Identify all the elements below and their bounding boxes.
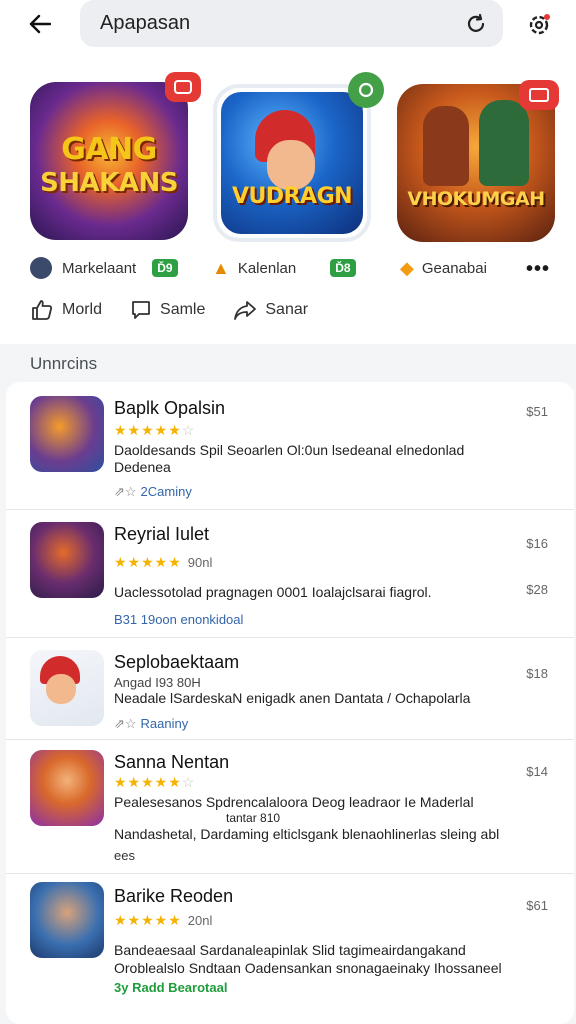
video-badge-icon bbox=[519, 80, 559, 110]
character-shape bbox=[479, 100, 529, 186]
search-bar[interactable]: Apapasan bbox=[80, 0, 503, 47]
app-thumbnail bbox=[30, 750, 104, 826]
developer-2[interactable]: ▲ Kalenlan Ď8 bbox=[212, 252, 356, 284]
app-title: Baplk Opalsin bbox=[114, 398, 226, 418]
comment-icon bbox=[132, 301, 150, 319]
rating-chip: Ď9 bbox=[152, 259, 178, 277]
more-options-icon[interactable]: ••• bbox=[526, 258, 550, 281]
app-meta: B31 19oon enonkidoal bbox=[114, 612, 243, 627]
app-title: Seplobaektaam bbox=[114, 652, 240, 672]
app-description-2: Nandashetal, Dardaming elticlsgank blena… bbox=[114, 826, 500, 842]
price: $51 bbox=[526, 404, 548, 419]
price: $16 bbox=[526, 536, 548, 551]
character-shape bbox=[423, 106, 469, 186]
featured-title: GANG bbox=[61, 132, 157, 167]
meta-text: 2Caminy bbox=[140, 484, 192, 499]
comment-button[interactable]: Samle bbox=[130, 298, 205, 322]
app-meta: ⇗☆ 2Caminy bbox=[114, 484, 192, 500]
app-subtitle: Angad I93 80H bbox=[114, 675, 201, 690]
developer-name: Kalenlan bbox=[237, 259, 297, 277]
rating-count: 90nl bbox=[187, 555, 213, 570]
section-title: Unnrcins bbox=[30, 354, 98, 373]
shapes-icon: ▲ bbox=[212, 257, 230, 278]
developer-1[interactable]: Markelaant Ď9 bbox=[30, 252, 178, 284]
refresh-icon[interactable] bbox=[459, 7, 493, 41]
app-title: Sanna Nentan bbox=[114, 752, 230, 772]
price: $18 bbox=[526, 666, 548, 681]
app-meta: ⇗☆ Raaniny bbox=[114, 716, 188, 732]
shapes-icon: ◆ bbox=[400, 257, 414, 278]
app-description-2: Oroblealslo Sndtaan Oadensankan snonagae… bbox=[114, 960, 502, 976]
app-thumbnail bbox=[30, 396, 104, 472]
app-meta: ees bbox=[114, 848, 135, 863]
share-arrow-icon bbox=[234, 301, 257, 320]
list-item[interactable]: Sanna Nentan ★★★★★☆ Pealesesanos Spdrenc… bbox=[6, 740, 574, 874]
app-thumbnail bbox=[30, 882, 104, 958]
settings-icon[interactable] bbox=[522, 8, 556, 42]
list-item[interactable]: Baplk Opalsin ★★★★★☆ Daoldesands Spil Se… bbox=[6, 382, 574, 510]
price: $14 bbox=[526, 764, 548, 779]
action-row: Morld Samle Sanar bbox=[30, 298, 308, 322]
featured-card-2[interactable]: VUDRAGN bbox=[213, 84, 371, 242]
price: $61 bbox=[526, 898, 548, 913]
comment-label: Samle bbox=[160, 301, 206, 318]
app-thumbnail bbox=[30, 522, 104, 598]
share-badge-icon bbox=[348, 72, 384, 108]
featured-title-2: SHAKANS bbox=[40, 168, 178, 198]
thumbs-up-icon bbox=[32, 300, 53, 320]
face-shape bbox=[267, 140, 315, 190]
like-button[interactable]: Morld bbox=[30, 298, 102, 322]
app-thumbnail bbox=[30, 650, 104, 726]
top-bar: Apapasan bbox=[0, 0, 576, 60]
rating-stars: ★★★★★ 20nl bbox=[114, 912, 213, 928]
app-description: Neadale lSardeskaN enigadk anen Dantata … bbox=[114, 690, 471, 706]
developer-3[interactable]: ◆ Geanabai bbox=[400, 252, 487, 284]
rating-stars: ★★★★★ 90nl bbox=[114, 554, 213, 570]
app-title: Reyrial Iulet bbox=[114, 524, 210, 544]
app-description: Daoldesands Spil Seoarlen Ol:0un lsedean… bbox=[114, 442, 465, 475]
app-description-note: tantar 810 bbox=[226, 811, 281, 825]
search-input[interactable]: Apapasan bbox=[100, 12, 459, 35]
meta-text: ees bbox=[114, 848, 135, 863]
like-label: Morld bbox=[62, 301, 103, 318]
app-list: Baplk Opalsin ★★★★★☆ Daoldesands Spil Se… bbox=[6, 382, 574, 1024]
featured-title: VUDRAGN bbox=[231, 184, 353, 209]
share-icon: ⇗☆ bbox=[114, 716, 137, 731]
meta-text: B31 19oon enonkidoal bbox=[114, 612, 244, 627]
app-meta: 3y Radd Bearotaal bbox=[114, 980, 228, 995]
back-arrow-icon[interactable] bbox=[24, 8, 56, 40]
app-title: Barike Reoden bbox=[114, 886, 234, 906]
rating-count: 20nl bbox=[187, 913, 213, 928]
share-label: Sanar bbox=[265, 301, 309, 318]
featured-art: VUDRAGN bbox=[221, 92, 363, 234]
avatar bbox=[30, 257, 52, 279]
app-description: Pealesesanos Spdrencalaloora Deog leadra… bbox=[114, 794, 474, 810]
share-button[interactable]: Sanar bbox=[233, 298, 308, 322]
app-description: Uaclessotolad pragnagen 0001 Ioalajclsar… bbox=[114, 584, 432, 600]
face-shape bbox=[46, 674, 76, 704]
rating-stars: ★★★★★☆ bbox=[114, 422, 196, 438]
list-item[interactable]: Seplobaektaam Angad I93 80H Neadale lSar… bbox=[6, 638, 574, 740]
list-item[interactable]: Reyrial Iulet ★★★★★ 90nl Uaclessotolad pr… bbox=[6, 510, 574, 638]
game-badge-icon bbox=[165, 72, 201, 102]
featured-card-1[interactable]: GANG SHAKANS bbox=[30, 82, 188, 240]
meta-text: Raaniny bbox=[140, 716, 189, 731]
share-icon: ⇗☆ bbox=[114, 484, 137, 499]
developer-name: Markelaant bbox=[62, 259, 137, 277]
app-description: Bandeaesaal Sardanaleapinlak Slid tagime… bbox=[114, 942, 466, 958]
rating-chip: Ď8 bbox=[330, 259, 356, 277]
featured-title: VHOKUMGAH bbox=[407, 188, 545, 210]
list-item[interactable]: Barike Reoden ★★★★★ 20nl Bandeaesaal Sard… bbox=[6, 874, 574, 1004]
price-secondary: $28 bbox=[526, 582, 548, 597]
rating-stars: ★★★★★☆ bbox=[114, 774, 196, 790]
developer-name: Geanabai bbox=[421, 259, 487, 277]
